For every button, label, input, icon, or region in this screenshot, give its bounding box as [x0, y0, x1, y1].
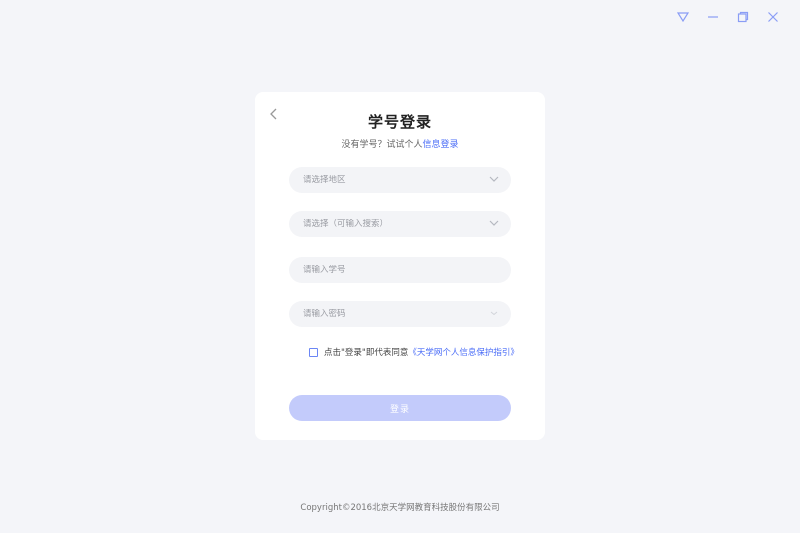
copyright-footer: Copyright©2016北京天学网教育科技股份有限公司: [300, 503, 500, 513]
school-select[interactable]: [289, 211, 511, 237]
personal-info-login-link[interactable]: 信息登录: [423, 140, 459, 150]
window-controls: [676, 10, 780, 24]
minimize-icon[interactable]: [706, 10, 720, 24]
restore-icon[interactable]: [736, 10, 750, 24]
page-title: 学号登录: [367, 113, 432, 131]
eye-toggle-icon[interactable]: [489, 309, 499, 317]
agreement-row: 点击"登录"即代表同意 《天学网个人信息保护指引》: [309, 346, 519, 358]
subtitle: 没有学号？试试个人信息登录: [255, 137, 545, 150]
chevron-down-icon: [489, 220, 499, 226]
password-input[interactable]: [303, 309, 497, 319]
student-id-input[interactable]: [303, 265, 497, 275]
dropdown-menu-icon[interactable]: [676, 10, 690, 24]
privacy-policy-link[interactable]: 《天学网个人信息保护指引》: [408, 346, 519, 358]
login-card: 学号登录 没有学号？试试个人信息登录 点击"登录"即代表同意《天学网个人信息保护…: [255, 92, 545, 440]
login-button[interactable]: 登录: [289, 395, 511, 421]
region-input[interactable]: [303, 175, 497, 185]
chevron-down-icon: [489, 176, 499, 182]
agreement-text: 点击"登录"即代表同意: [324, 348, 409, 358]
password-field[interactable]: [289, 301, 511, 327]
close-icon[interactable]: [766, 10, 780, 24]
student-id-field[interactable]: [289, 257, 511, 283]
subtitle-text: 没有学号？试试个人: [341, 140, 423, 150]
agreement-checkbox[interactable]: [309, 347, 318, 357]
region-select[interactable]: [289, 167, 511, 193]
school-search-input[interactable]: [303, 219, 497, 229]
